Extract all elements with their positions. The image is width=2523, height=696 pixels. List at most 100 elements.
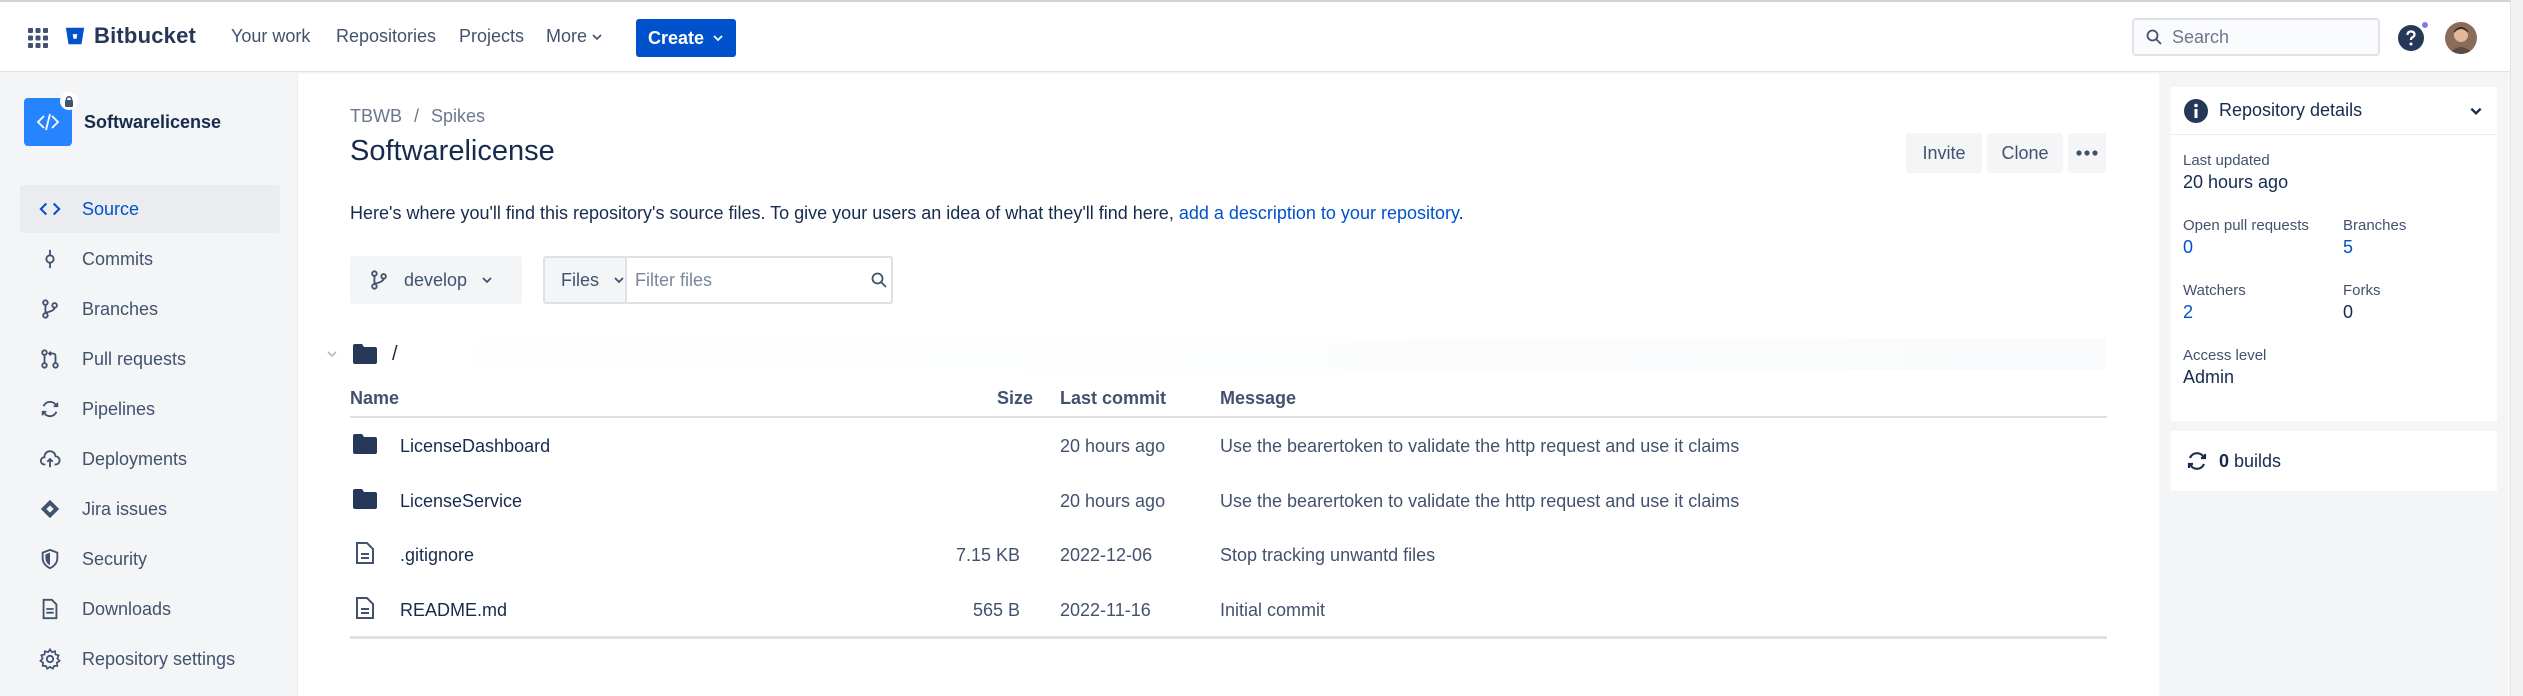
row-name[interactable]: LicenseDashboard xyxy=(400,436,550,457)
chevron-down-icon xyxy=(481,274,493,286)
bitbucket-logo-icon xyxy=(64,25,86,47)
sidebar-item-label: Repository settings xyxy=(82,648,236,669)
repo-avatar xyxy=(24,92,78,146)
files-type-dropdown[interactable]: Files xyxy=(545,258,628,302)
breadcrumb-workspace[interactable]: TBWB xyxy=(350,106,402,127)
header-name[interactable]: Name xyxy=(350,388,399,409)
sidebar-repo-header[interactable]: Softwarelicense xyxy=(24,92,221,146)
sidebar-item-security[interactable]: Security xyxy=(20,535,280,583)
more-horizontal-icon xyxy=(2075,149,2099,157)
jira-icon xyxy=(38,497,62,521)
sidebar-item-label: Deployments xyxy=(82,448,188,469)
row-name[interactable]: README.md xyxy=(400,600,507,621)
nav-repositories[interactable]: Repositories xyxy=(336,26,436,47)
invite-button[interactable]: Invite xyxy=(1906,133,1982,173)
code-icon xyxy=(36,110,60,134)
add-description-link[interactable]: add a description to your repository xyxy=(1179,203,1459,223)
app-switcher-icon[interactable] xyxy=(26,26,50,50)
branches-value[interactable]: 5 xyxy=(2343,237,2353,258)
row-name[interactable]: .gitignore xyxy=(400,545,474,566)
table-row[interactable]: LicenseService 20 hours ago Use the bear… xyxy=(350,474,2107,529)
header-message[interactable]: Message xyxy=(1220,388,1296,409)
header-last-commit[interactable]: Last commit xyxy=(1060,388,1166,409)
row-message: Initial commit xyxy=(1220,600,1326,620)
sidebar-item-downloads[interactable]: Downloads xyxy=(20,585,280,633)
sidebar-item-repository-settings[interactable]: Repository settings xyxy=(20,635,280,683)
intro-text-body: Here's where you'll find this repository… xyxy=(350,203,1179,223)
more-actions-button[interactable] xyxy=(2068,133,2106,173)
open-prs-label: Open pull requests xyxy=(2183,217,2309,234)
builds-card[interactable]: 0 builds xyxy=(2171,431,2497,491)
page-scrollbar[interactable] xyxy=(2510,0,2523,696)
file-icon xyxy=(356,597,374,619)
branch-name: develop xyxy=(404,269,468,290)
bitbucket-logo[interactable]: Bitbucket xyxy=(64,23,196,49)
breadcrumb: TBWB / Spikes xyxy=(350,106,485,127)
builds-label: builds xyxy=(2234,450,2282,471)
sidebar-item-label: Branches xyxy=(82,298,159,319)
row-name[interactable]: LicenseService xyxy=(400,491,522,512)
sidebar-item-label: Downloads xyxy=(82,598,172,619)
branches-label: Branches xyxy=(2343,217,2407,234)
notification-badge xyxy=(2420,20,2430,30)
watchers-value[interactable]: 2 xyxy=(2183,302,2193,323)
download-icon xyxy=(38,597,62,621)
row-message: Use the bearertoken to validate the http… xyxy=(1220,491,1740,511)
sidebar-item-label: Commits xyxy=(82,248,153,269)
nav-more[interactable]: More xyxy=(546,26,603,47)
repository-details-card: Repository details Last updated 20 hours… xyxy=(2171,87,2497,421)
filter-files-input[interactable] xyxy=(627,258,868,302)
forks-value: 0 xyxy=(2343,302,2354,322)
commit-icon xyxy=(38,247,62,271)
nav-your-work[interactable]: Your work xyxy=(231,26,310,47)
sidebar-item-deployments[interactable]: Deployments xyxy=(20,435,280,483)
sidebar-item-label: Jira issues xyxy=(82,498,168,519)
clone-button[interactable]: Clone xyxy=(1987,133,2063,173)
search-box[interactable] xyxy=(2132,18,2380,56)
search-icon xyxy=(2146,29,2162,45)
sidebar-item-commits[interactable]: Commits xyxy=(20,235,280,283)
sidebar-item-jira-issues[interactable]: Jira issues xyxy=(20,485,280,533)
create-button[interactable]: Create xyxy=(636,19,736,57)
table-row[interactable]: LicenseDashboard 20 hours ago Use the be… xyxy=(350,419,2107,474)
chevron-down-icon xyxy=(613,274,625,286)
code-icon xyxy=(38,197,62,221)
open-prs-value[interactable]: 0 xyxy=(2183,237,2193,258)
user-avatar[interactable] xyxy=(2445,22,2477,54)
sidebar-item-source[interactable]: Source xyxy=(20,185,280,233)
sidebar-item-pipelines[interactable]: Pipelines xyxy=(20,385,280,433)
app-name: Bitbucket xyxy=(94,23,197,48)
sidebar: Softwarelicense Source Commits Branches … xyxy=(0,73,298,696)
repository-details-toggle[interactable]: Repository details xyxy=(2171,87,2497,135)
nav-projects[interactable]: Projects xyxy=(459,26,524,47)
builds-summary[interactable]: 0 builds xyxy=(2171,431,2497,491)
sidebar-item-label: Security xyxy=(82,548,148,569)
row-size: 7.15 KB xyxy=(955,545,1020,565)
table-bottom-divider xyxy=(350,636,2107,639)
create-button-label: Create xyxy=(647,27,705,48)
builds-text: 0 builds xyxy=(2219,451,2281,472)
forks-label: Forks xyxy=(2343,282,2381,299)
row-message: Use the bearertoken to validate the http… xyxy=(1220,436,1740,456)
chevron-down-icon[interactable] xyxy=(326,348,340,360)
table-row[interactable]: README.md 565 B 2022-11-16 Initial commi… xyxy=(350,583,2107,638)
branch-icon xyxy=(368,269,390,291)
info-icon xyxy=(2183,98,2209,124)
sidebar-item-label: Pull requests xyxy=(82,348,187,369)
repository-details-title: Repository details xyxy=(2219,100,2363,120)
intro-text-end: . xyxy=(1458,203,1464,223)
file-icon xyxy=(356,542,374,564)
table-row[interactable]: .gitignore 7.15 KB 2022-12-06 Stop track… xyxy=(350,528,2107,583)
row-date: 2022-11-16 xyxy=(1060,600,1151,620)
header-size[interactable]: Size xyxy=(997,388,1033,409)
nav-more-label: More xyxy=(546,26,588,46)
breadcrumb-project[interactable]: Spikes xyxy=(431,106,485,127)
sidebar-item-branches[interactable]: Branches xyxy=(20,285,280,333)
top-navigation: Bitbucket Your work Repositories Project… xyxy=(0,0,2510,72)
search-icon[interactable] xyxy=(867,272,891,288)
search-input[interactable] xyxy=(2172,26,2372,48)
sidebar-item-pull-requests[interactable]: Pull requests xyxy=(20,335,280,383)
repository-details-panel: Repository details Last updated 20 hours… xyxy=(2159,73,2510,696)
current-path: / xyxy=(326,338,2106,370)
branch-selector[interactable]: develop xyxy=(350,256,522,304)
